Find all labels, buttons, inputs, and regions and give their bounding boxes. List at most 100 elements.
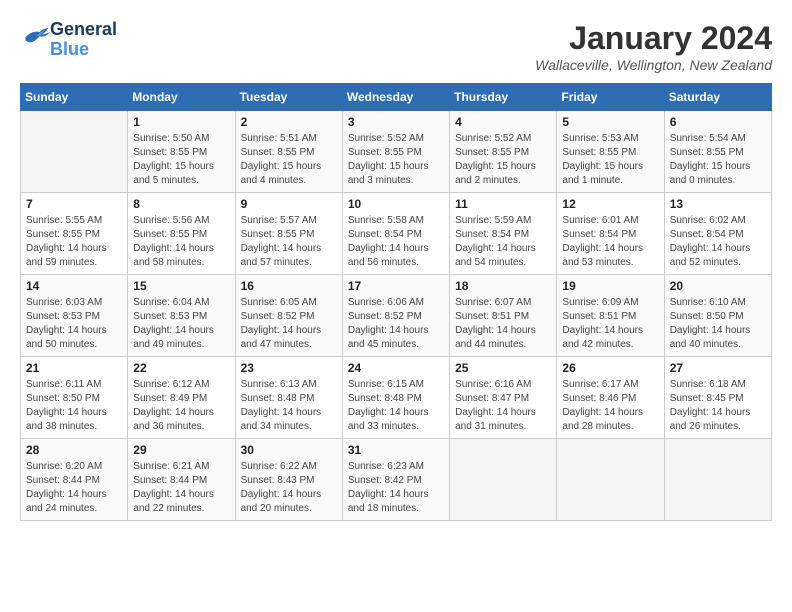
calendar-cell: 1Sunrise: 5:50 AMSunset: 8:55 PMDaylight… — [128, 111, 235, 193]
calendar-cell: 25 Sunrise: 6:16 AMSunset: 8:47 PMDayligh… — [450, 357, 557, 439]
day-info: Sunrise: 6:11 AMSunset: 8:50 PMDaylight:… — [26, 378, 122, 434]
day-number: 28 — [26, 443, 122, 457]
day-number: 29 — [133, 443, 229, 457]
calendar-cell: 17 Sunrise: 6:06 AMSunset: 8:52 PMDayligh… — [342, 275, 449, 357]
day-info: Sunrise: 6:10 AMSunset: 8:50 PMDaylight:… — [670, 296, 766, 352]
calendar-cell: 21 Sunrise: 6:11 AMSunset: 8:50 PMDayligh… — [21, 357, 128, 439]
calendar-cell: 12Sunrise: 6:01 AMSunset: 8:54 PMDayligh… — [557, 193, 664, 275]
calendar-cell: 23Sunrise: 6:13 AMSunset: 8:48 PMDayligh… — [235, 357, 342, 439]
day-info: Sunrise: 6:18 AMSunset: 8:45 PMDaylight:… — [670, 378, 766, 434]
day-number: 22 — [133, 361, 229, 375]
weekday-header: Tuesday — [235, 84, 342, 111]
calendar-cell: 16 Sunrise: 6:05 AMSunset: 8:52 PMDayligh… — [235, 275, 342, 357]
calendar-cell: 31 Sunrise: 6:23 AMSunset: 8:42 PMDayligh… — [342, 439, 449, 521]
calendar-cell: 8 Sunrise: 5:56 AMSunset: 8:55 PMDaylight… — [128, 193, 235, 275]
day-number: 3 — [348, 115, 444, 129]
day-number: 26 — [562, 361, 658, 375]
calendar-cell: 10 Sunrise: 5:58 AMSunset: 8:54 PMDayligh… — [342, 193, 449, 275]
day-info: Sunrise: 6:23 AMSunset: 8:42 PMDaylight:… — [348, 460, 444, 516]
day-number: 8 — [133, 197, 229, 211]
calendar-body: 1Sunrise: 5:50 AMSunset: 8:55 PMDaylight… — [21, 111, 772, 521]
calendar-cell: 15Sunrise: 6:04 AMSunset: 8:53 PMDayligh… — [128, 275, 235, 357]
calendar-week-row: 14Sunrise: 6:03 AMSunset: 8:53 PMDayligh… — [21, 275, 772, 357]
day-number: 12 — [562, 197, 658, 211]
calendar-cell — [21, 111, 128, 193]
day-number: 9 — [241, 197, 337, 211]
day-info: Sunrise: 5:51 AMSunset: 8:55 PMDaylight:… — [241, 132, 337, 188]
day-number: 11 — [455, 197, 551, 211]
day-number: 20 — [670, 279, 766, 293]
day-info: Sunrise: 5:52 AMSunset: 8:55 PMDaylight:… — [348, 132, 444, 188]
calendar-cell: 19 Sunrise: 6:09 AMSunset: 8:51 PMDayligh… — [557, 275, 664, 357]
day-info: Sunrise: 6:12 AMSunset: 8:49 PMDaylight:… — [133, 378, 229, 434]
calendar-table: SundayMondayTuesdayWednesdayThursdayFrid… — [20, 83, 772, 521]
day-number: 27 — [670, 361, 766, 375]
calendar-cell: 9Sunrise: 5:57 AMSunset: 8:55 PMDaylight… — [235, 193, 342, 275]
calendar-cell: 20 Sunrise: 6:10 AMSunset: 8:50 PMDayligh… — [664, 275, 771, 357]
day-info: Sunrise: 5:55 AMSunset: 8:55 PMDaylight:… — [26, 214, 122, 270]
day-info: Sunrise: 6:05 AMSunset: 8:52 PMDaylight:… — [241, 296, 337, 352]
calendar-header: SundayMondayTuesdayWednesdayThursdayFrid… — [21, 84, 772, 111]
calendar-cell: 30 Sunrise: 6:22 AMSunset: 8:43 PMDayligh… — [235, 439, 342, 521]
day-number: 30 — [241, 443, 337, 457]
day-number: 7 — [26, 197, 122, 211]
day-number: 6 — [670, 115, 766, 129]
calendar-cell — [450, 439, 557, 521]
day-number: 14 — [26, 279, 122, 293]
calendar-cell: 22 Sunrise: 6:12 AMSunset: 8:49 PMDayligh… — [128, 357, 235, 439]
day-info: Sunrise: 5:59 AMSunset: 8:54 PMDaylight:… — [455, 214, 551, 270]
calendar-cell: 29 Sunrise: 6:21 AMSunset: 8:44 PMDayligh… — [128, 439, 235, 521]
day-number: 1 — [133, 115, 229, 129]
day-number: 17 — [348, 279, 444, 293]
weekday-header: Wednesday — [342, 84, 449, 111]
logo-text: GeneralBlue — [50, 20, 117, 60]
weekday-header: Thursday — [450, 84, 557, 111]
day-number: 13 — [670, 197, 766, 211]
calendar-cell: 28 Sunrise: 6:20 AMSunset: 8:44 PMDayligh… — [21, 439, 128, 521]
day-number: 18 — [455, 279, 551, 293]
calendar-week-row: 1Sunrise: 5:50 AMSunset: 8:55 PMDaylight… — [21, 111, 772, 193]
day-info: Sunrise: 6:13 AMSunset: 8:48 PMDaylight:… — [241, 378, 337, 434]
calendar-cell: 24 Sunrise: 6:15 AMSunset: 8:48 PMDayligh… — [342, 357, 449, 439]
weekday-header: Sunday — [21, 84, 128, 111]
day-info: Sunrise: 5:53 AMSunset: 8:55 PMDaylight:… — [562, 132, 658, 188]
calendar-week-row: 7 Sunrise: 5:55 AMSunset: 8:55 PMDaylight… — [21, 193, 772, 275]
calendar-cell: 4 Sunrise: 5:52 AMSunset: 8:55 PMDaylight… — [450, 111, 557, 193]
day-number: 31 — [348, 443, 444, 457]
day-info: Sunrise: 6:16 AMSunset: 8:47 PMDaylight:… — [455, 378, 551, 434]
day-number: 10 — [348, 197, 444, 211]
day-info: Sunrise: 6:21 AMSunset: 8:44 PMDaylight:… — [133, 460, 229, 516]
day-number: 5 — [562, 115, 658, 129]
day-info: Sunrise: 6:02 AMSunset: 8:54 PMDaylight:… — [670, 214, 766, 270]
day-number: 2 — [241, 115, 337, 129]
day-info: Sunrise: 5:52 AMSunset: 8:55 PMDaylight:… — [455, 132, 551, 188]
calendar-cell: 6 Sunrise: 5:54 AMSunset: 8:55 PMDaylight… — [664, 111, 771, 193]
day-number: 15 — [133, 279, 229, 293]
calendar-cell: 5 Sunrise: 5:53 AMSunset: 8:55 PMDaylight… — [557, 111, 664, 193]
day-number: 4 — [455, 115, 551, 129]
day-info: Sunrise: 6:20 AMSunset: 8:44 PMDaylight:… — [26, 460, 122, 516]
day-number: 24 — [348, 361, 444, 375]
day-info: Sunrise: 6:22 AMSunset: 8:43 PMDaylight:… — [241, 460, 337, 516]
day-info: Sunrise: 6:07 AMSunset: 8:51 PMDaylight:… — [455, 296, 551, 352]
day-number: 25 — [455, 361, 551, 375]
calendar-cell: 2 Sunrise: 5:51 AMSunset: 8:55 PMDaylight… — [235, 111, 342, 193]
day-number: 21 — [26, 361, 122, 375]
day-number: 16 — [241, 279, 337, 293]
month-title: January 2024 — [535, 20, 772, 57]
weekday-header: Saturday — [664, 84, 771, 111]
day-info: Sunrise: 6:15 AMSunset: 8:48 PMDaylight:… — [348, 378, 444, 434]
day-info: Sunrise: 6:06 AMSunset: 8:52 PMDaylight:… — [348, 296, 444, 352]
calendar-cell — [557, 439, 664, 521]
calendar-cell: 13 Sunrise: 6:02 AMSunset: 8:54 PMDayligh… — [664, 193, 771, 275]
day-number: 19 — [562, 279, 658, 293]
day-info: Sunrise: 5:56 AMSunset: 8:55 PMDaylight:… — [133, 214, 229, 270]
calendar-cell: 3 Sunrise: 5:52 AMSunset: 8:55 PMDaylight… — [342, 111, 449, 193]
day-info: Sunrise: 6:09 AMSunset: 8:51 PMDaylight:… — [562, 296, 658, 352]
weekday-header: Friday — [557, 84, 664, 111]
day-info: Sunrise: 5:54 AMSunset: 8:55 PMDaylight:… — [670, 132, 766, 188]
page-header: GeneralBlue January 2024 Wallaceville, W… — [20, 20, 772, 73]
calendar-cell: 7 Sunrise: 5:55 AMSunset: 8:55 PMDaylight… — [21, 193, 128, 275]
location: Wallaceville, Wellington, New Zealand — [535, 57, 772, 73]
day-info: Sunrise: 5:58 AMSunset: 8:54 PMDaylight:… — [348, 214, 444, 270]
